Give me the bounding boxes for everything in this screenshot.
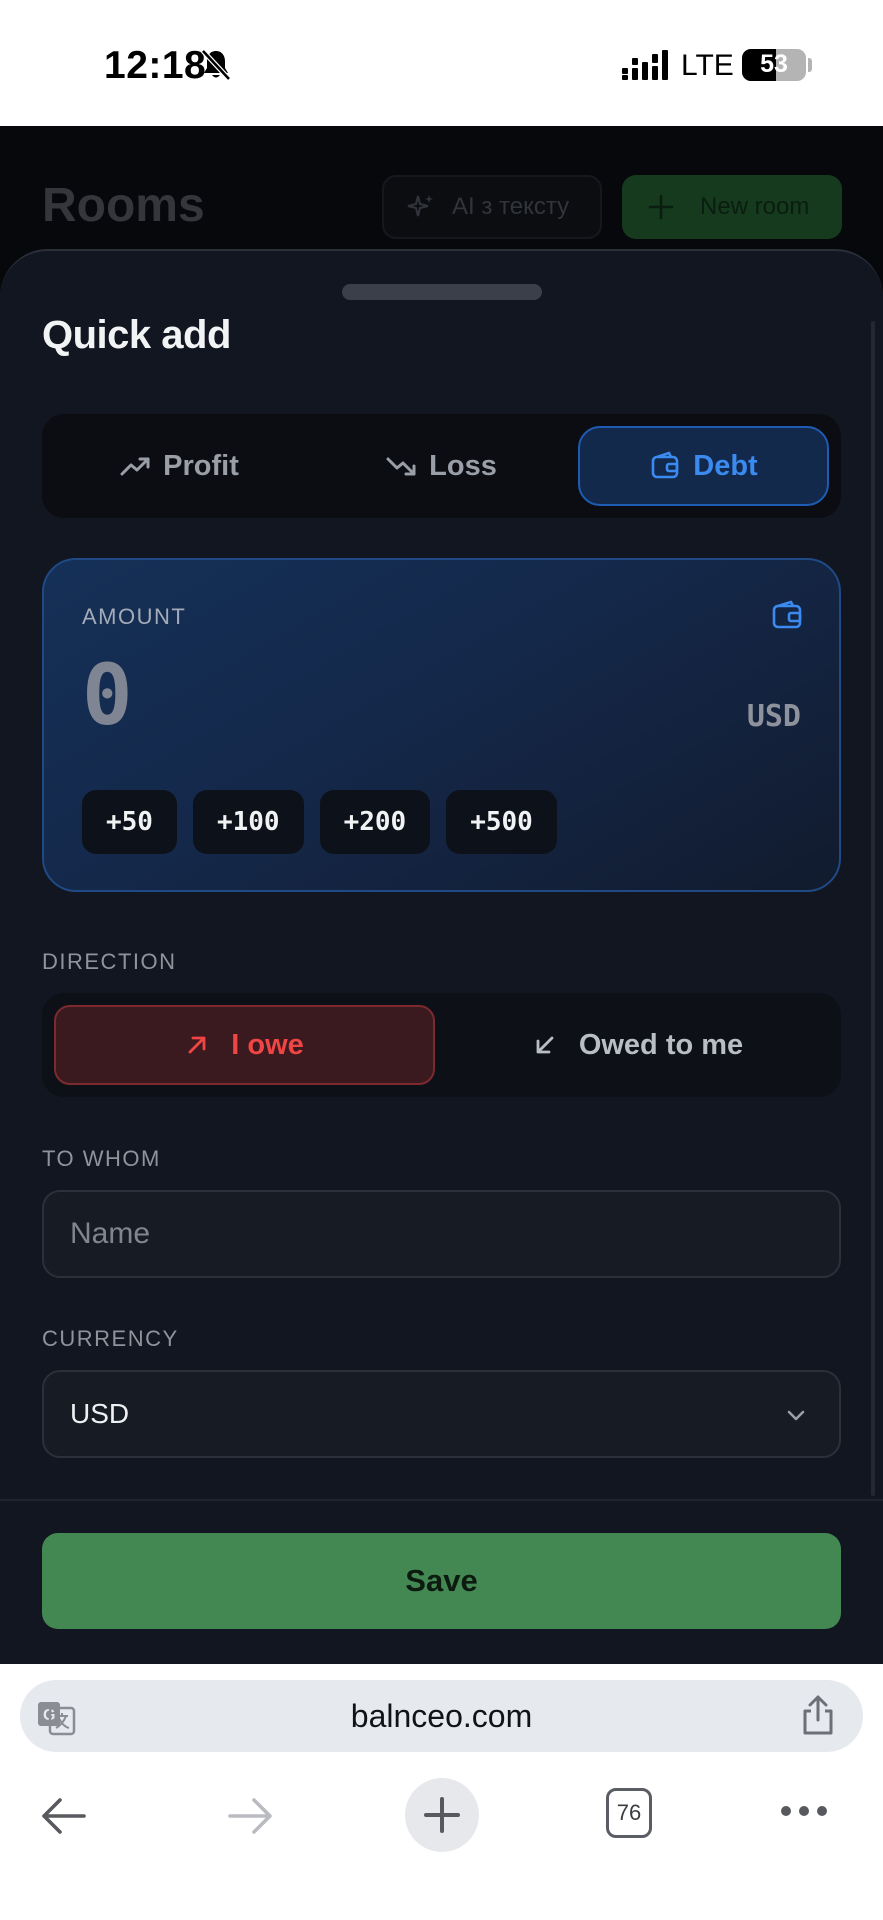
save-button[interactable]: Save	[42, 1533, 841, 1629]
amount-label: AMOUNT	[82, 604, 187, 629]
arrow-down-left-icon	[536, 1036, 554, 1054]
name-input[interactable]	[42, 1190, 841, 1278]
direction-selector: I owe Owed to me	[42, 993, 841, 1097]
tab-loss[interactable]: Loss	[316, 426, 566, 506]
to-whom-label: TO WHOM	[42, 1146, 161, 1171]
quick-add-sheet: Quick add Profit Loss Debt AMOUNT 0 USD …	[0, 249, 883, 1664]
trending-down-icon	[386, 457, 416, 476]
amount-value[interactable]: 0	[82, 646, 133, 744]
quick-amount-chip[interactable]: +500	[446, 790, 557, 854]
owed-to-me-button[interactable]: Owed to me	[447, 1005, 829, 1085]
tabs-button[interactable]: 76	[606, 1788, 652, 1838]
direction-label: DIRECTION	[42, 949, 177, 974]
network-type: LTE	[681, 49, 734, 82]
wallet-icon	[651, 451, 679, 479]
currency-label: CURRENCY	[42, 1326, 179, 1351]
new-room-button[interactable]: New room	[622, 175, 842, 239]
arrow-up-right-icon	[188, 1036, 206, 1054]
url-text: balnceo.com	[350, 1698, 533, 1734]
plus-icon	[648, 194, 674, 220]
new-room-label: New room	[700, 193, 810, 220]
back-arrow-icon[interactable]	[40, 1796, 86, 1836]
sheet-grabber[interactable]	[342, 284, 542, 300]
forward-arrow-icon[interactable]	[228, 1796, 274, 1836]
i-owe-button[interactable]: I owe	[54, 1005, 435, 1085]
bell-slash-icon	[201, 49, 231, 81]
tab-debt[interactable]: Debt	[578, 426, 829, 506]
entry-type-selector: Profit Loss Debt	[42, 414, 841, 518]
plus-icon	[424, 1797, 460, 1833]
quick-amount-chips: +50 +100 +200 +500	[82, 790, 557, 854]
quick-amount-chip[interactable]: +200	[319, 790, 431, 854]
i-owe-label: I owe	[231, 1028, 304, 1061]
tab-loss-label: Loss	[429, 449, 497, 482]
battery-percent: 53	[760, 50, 788, 78]
quick-amount-chip[interactable]: +50	[82, 790, 177, 854]
quick-amount-chip[interactable]: +100	[192, 790, 304, 854]
sheet-title: Quick add	[42, 313, 231, 357]
wallet-icon	[772, 600, 802, 629]
amount-currency: USD	[746, 699, 801, 734]
sparkles-icon	[407, 195, 433, 217]
share-icon[interactable]	[800, 1694, 836, 1736]
page-title: Rooms	[42, 179, 205, 232]
tab-debt-label: Debt	[693, 449, 758, 482]
sheet-footer: Save	[0, 1499, 883, 1664]
amount-card: AMOUNT 0 USD +50 +100 +200 +500	[42, 558, 841, 892]
browser-chrome: G balnceo.com 76	[0, 1664, 883, 1920]
battery-indicator: 53	[742, 49, 806, 81]
currency-selected: USD	[70, 1398, 130, 1429]
status-bar: 12:18 LTE 53	[0, 0, 883, 126]
tab-profit-label: Profit	[163, 449, 239, 482]
owed-to-me-label: Owed to me	[578, 1028, 744, 1061]
new-tab-button[interactable]	[405, 1778, 479, 1852]
status-time: 12:18	[104, 44, 207, 87]
browser-nav: 76	[0, 1768, 883, 1868]
trending-up-icon	[120, 457, 150, 476]
ai-from-text-button[interactable]: AI з тексту	[382, 175, 602, 239]
address-bar[interactable]: G balnceo.com	[20, 1680, 863, 1752]
more-dots-icon[interactable]	[780, 1804, 828, 1818]
sheet-scrollbar[interactable]	[871, 321, 875, 1496]
ai-button-label: AI з тексту	[452, 193, 570, 220]
currency-select[interactable]: USD	[42, 1370, 841, 1458]
tab-profit[interactable]: Profit	[54, 426, 304, 506]
signal-icon	[622, 50, 668, 80]
battery-tip	[808, 58, 812, 72]
chevron-down-icon	[787, 1410, 805, 1421]
